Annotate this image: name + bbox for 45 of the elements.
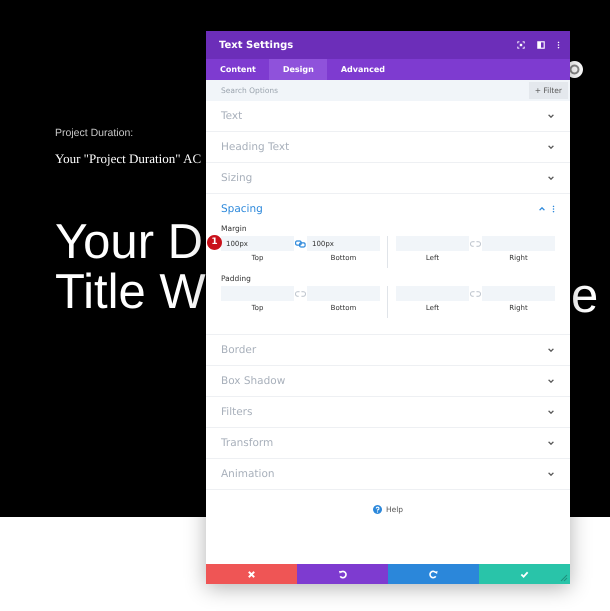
section-title[interactable]: Text — [221, 110, 541, 122]
step-badge: 1 — [207, 235, 222, 250]
expand-icon[interactable] — [547, 346, 555, 354]
expand-icon[interactable] — [547, 377, 555, 385]
input-field[interactable] — [396, 286, 469, 301]
input-field[interactable] — [221, 286, 294, 301]
more-icon[interactable] — [552, 205, 555, 213]
help-icon — [372, 505, 382, 514]
heading-fragment: e — [571, 271, 598, 321]
collapse-icon[interactable] — [538, 205, 546, 213]
field-label: Project Duration: — [55, 127, 134, 139]
undo-icon — [338, 570, 347, 578]
section-title[interactable]: Animation — [221, 468, 541, 480]
section-title[interactable]: Sizing — [221, 172, 541, 184]
expand-icon[interactable] — [547, 439, 555, 447]
check-icon — [520, 570, 529, 578]
heading-line: Your D — [55, 217, 204, 267]
input-field[interactable] — [396, 236, 469, 251]
expand-icon[interactable] — [547, 408, 555, 416]
more-icon[interactable] — [557, 41, 560, 49]
section-title[interactable]: Spacing — [221, 203, 532, 215]
section-title[interactable]: Filters — [221, 406, 541, 418]
resize-handle-icon — [560, 574, 568, 582]
section-title[interactable]: Box Shadow — [221, 375, 541, 387]
tab[interactable]: Content — [206, 59, 269, 80]
input-field[interactable] — [307, 286, 380, 301]
expand-icon[interactable] — [547, 112, 555, 120]
input-field[interactable] — [482, 236, 555, 251]
sidebar-icon[interactable] — [537, 41, 545, 49]
modal-title: Text Settings — [219, 40, 294, 50]
expand-icon[interactable] — [547, 470, 555, 478]
section-title[interactable]: Heading Text — [221, 141, 541, 153]
expand-icon[interactable] — [547, 143, 555, 151]
body-text: Your "Project Duration" AC — [55, 151, 202, 167]
expand-icon[interactable] — [517, 41, 525, 49]
tab[interactable]: Design — [268, 59, 327, 80]
link-icon[interactable] — [295, 240, 306, 248]
section-title[interactable]: Border — [221, 344, 541, 356]
input-field[interactable] — [482, 286, 555, 301]
tab[interactable]: Advanced — [326, 59, 398, 80]
redo-icon — [429, 570, 438, 578]
close-icon — [247, 570, 256, 578]
section-title[interactable]: Transform — [221, 437, 541, 449]
heading-line: Title W — [55, 267, 206, 317]
expand-icon[interactable] — [547, 174, 555, 182]
